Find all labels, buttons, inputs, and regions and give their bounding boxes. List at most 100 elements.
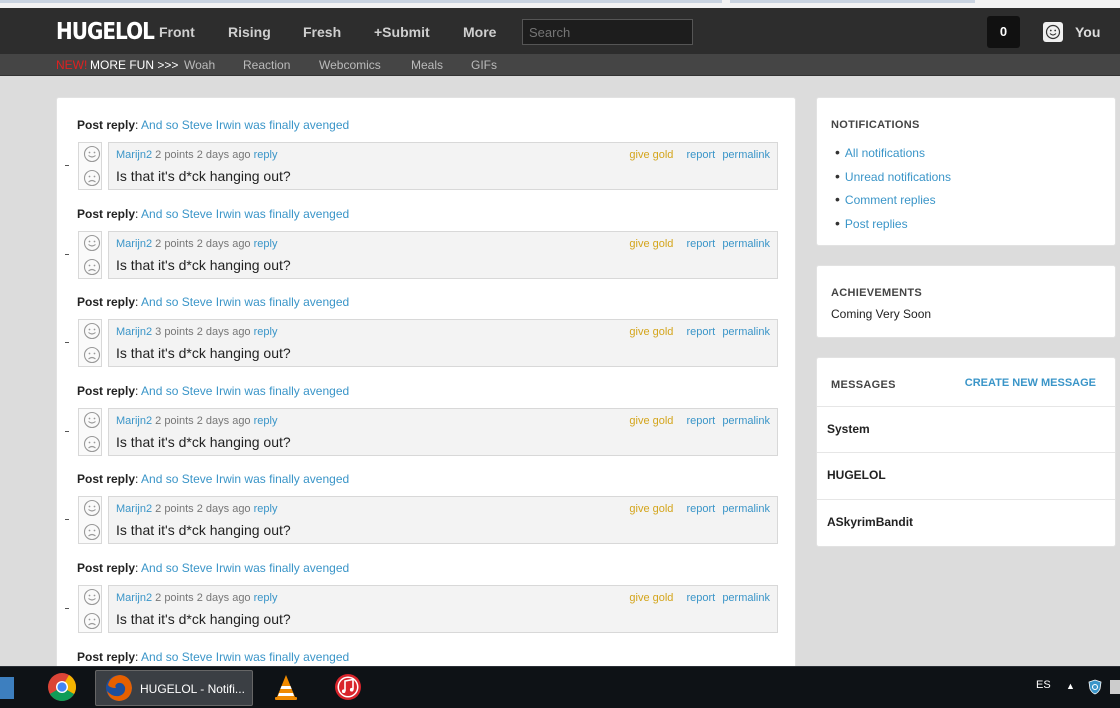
comment-author-link[interactable]: Marijn2: [116, 503, 152, 515]
message-thread-system[interactable]: System: [817, 406, 1115, 452]
vote-box: [78, 142, 102, 190]
vote-box: [78, 230, 102, 279]
give-gold-link[interactable]: give gold: [629, 503, 673, 515]
permalink-link[interactable]: permalink: [722, 415, 770, 427]
nav-submit[interactable]: +Submit: [374, 24, 430, 40]
itunes-icon[interactable]: [333, 672, 363, 702]
report-link[interactable]: report: [687, 415, 716, 427]
subnav-gifs[interactable]: GIFs: [471, 58, 497, 72]
comment-points: 2 points: [155, 237, 194, 250]
reply-link[interactable]: reply: [254, 503, 278, 515]
message-sender: System: [827, 422, 870, 436]
nav-fresh[interactable]: Fresh: [303, 24, 341, 40]
reply-link[interactable]: reply: [254, 326, 278, 338]
report-link[interactable]: report: [687, 238, 716, 250]
site-logo[interactable]: HUGELOL: [56, 17, 155, 45]
reply-link[interactable]: reply: [254, 238, 278, 250]
permalink-link[interactable]: permalink: [722, 503, 770, 515]
post-title-link[interactable]: And so Steve Irwin was finally avenged: [141, 650, 349, 664]
comment-age: 2 days ago: [196, 592, 251, 604]
post-title-link[interactable]: And so Steve Irwin was finally avenged: [141, 561, 349, 575]
report-link[interactable]: report: [687, 149, 716, 161]
post-title-link[interactable]: And so Steve Irwin was finally avenged: [141, 118, 349, 132]
file-explorer-icon[interactable]: [0, 677, 14, 699]
permalink-link[interactable]: permalink: [722, 326, 770, 338]
create-new-message-link[interactable]: CREATE NEW MESSAGE: [965, 377, 1096, 389]
comment-replies-link[interactable]: Comment replies: [835, 191, 951, 215]
permalink-link[interactable]: permalink: [722, 238, 770, 250]
thread-indent-marker: [65, 253, 69, 255]
all-notifications-link[interactable]: All notifications: [835, 144, 951, 168]
post-title-link[interactable]: And so Steve Irwin was finally avenged: [141, 384, 349, 398]
give-gold-link[interactable]: give gold: [629, 238, 673, 250]
search-input[interactable]: [522, 19, 693, 45]
user-menu[interactable]: You: [1075, 24, 1100, 40]
comment-meta: Marijn2 2 points 2 days ago reply: [116, 238, 277, 250]
vlc-icon[interactable]: [271, 672, 301, 702]
comment-author-link[interactable]: Marijn2: [116, 326, 152, 338]
notifications-menu: All notifications Unread notifications C…: [835, 144, 951, 238]
post-reply-colon: :: [135, 295, 139, 310]
permalink-link[interactable]: permalink: [722, 149, 770, 161]
comment-card: Marijn2 2 points 2 days ago reply give g…: [108, 407, 778, 456]
nav-front[interactable]: Front: [159, 24, 195, 40]
comment-actions: give gold report permalink: [629, 415, 770, 427]
shield-icon[interactable]: [1087, 679, 1103, 695]
comment-author-link[interactable]: Marijn2: [116, 592, 152, 604]
give-gold-link[interactable]: give gold: [629, 592, 673, 604]
message-thread-hugelol[interactable]: HUGELOL: [817, 452, 1115, 498]
post-reply-label: Post reply: [77, 472, 136, 487]
report-link[interactable]: report: [687, 326, 716, 338]
windows-taskbar: HUGELOL - Notifi... ES ▲: [0, 666, 1120, 708]
comment-author-link[interactable]: Marijn2: [116, 238, 152, 250]
chrome-icon[interactable]: [47, 672, 77, 702]
comment-text: Is that it's d*ck hanging out?: [116, 522, 291, 539]
user-avatar-icon[interactable]: [1043, 22, 1063, 42]
post-reply-colon: :: [135, 383, 139, 398]
post-reply-header: Post reply: And so Steve Irwin was final…: [77, 472, 349, 486]
notification-count-button[interactable]: 0: [987, 16, 1020, 48]
nav-rising[interactable]: Rising: [228, 24, 271, 40]
report-link[interactable]: report: [687, 592, 716, 604]
subnav-webcomics[interactable]: Webcomics: [319, 58, 381, 72]
comment-points: 3 points: [155, 326, 194, 339]
unread-notifications-link[interactable]: Unread notifications: [835, 168, 951, 192]
post-title-link[interactable]: And so Steve Irwin was finally avenged: [141, 295, 349, 309]
nav-more[interactable]: More: [463, 24, 496, 40]
show-hidden-icons-icon[interactable]: ▲: [1066, 681, 1075, 691]
give-gold-link[interactable]: give gold: [629, 415, 673, 427]
post-title-link[interactable]: And so Steve Irwin was finally avenged: [141, 472, 349, 486]
comment-age: 2 days ago: [196, 414, 251, 427]
comment-actions: give gold report permalink: [629, 592, 770, 604]
comment-card: Marijn2 2 points 2 days ago reply give g…: [108, 585, 778, 633]
subnav-reaction[interactable]: Reaction: [243, 58, 290, 72]
comment-points: 2 points: [155, 149, 194, 161]
subnav-woah[interactable]: Woah: [184, 58, 215, 72]
comment-author-link[interactable]: Marijn2: [116, 415, 152, 427]
taskbar-firefox-window[interactable]: HUGELOL - Notifi...: [95, 670, 253, 706]
reply-link[interactable]: reply: [254, 592, 278, 604]
comment-text: Is that it's d*ck hanging out?: [116, 256, 291, 273]
post-reply-header: Post reply: And so Steve Irwin was final…: [77, 561, 349, 575]
browser-tab[interactable]: [0, 0, 722, 3]
language-indicator[interactable]: ES: [1036, 679, 1051, 691]
post-replies-link[interactable]: Post replies: [835, 215, 951, 239]
message-sender: ASkyrimBandit: [827, 515, 914, 529]
messages-panel: MESSAGES CREATE NEW MESSAGE System HUGEL…: [816, 357, 1116, 547]
report-link[interactable]: report: [687, 503, 716, 515]
reply-link[interactable]: reply: [254, 149, 278, 161]
give-gold-link[interactable]: give gold: [629, 149, 673, 161]
notifications-feed: Post reply: And so Steve Irwin was final…: [56, 97, 796, 677]
reply-link[interactable]: reply: [254, 415, 278, 427]
speaker-icon[interactable]: [1110, 680, 1120, 694]
give-gold-link[interactable]: give gold: [629, 326, 673, 338]
permalink-link[interactable]: permalink: [722, 592, 770, 604]
post-reply-header: Post reply: And so Steve Irwin was final…: [77, 295, 349, 309]
comment-author-link[interactable]: Marijn2: [116, 149, 152, 161]
subnav-meals[interactable]: Meals: [411, 58, 443, 72]
post-title-link[interactable]: And so Steve Irwin was finally avenged: [141, 207, 349, 221]
messages-title: MESSAGES: [831, 379, 896, 391]
thread-indent-marker: [65, 165, 69, 166]
browser-tab[interactable]: [730, 0, 975, 3]
message-thread-askyrimbandit[interactable]: ASkyrimBandit: [817, 499, 1115, 545]
